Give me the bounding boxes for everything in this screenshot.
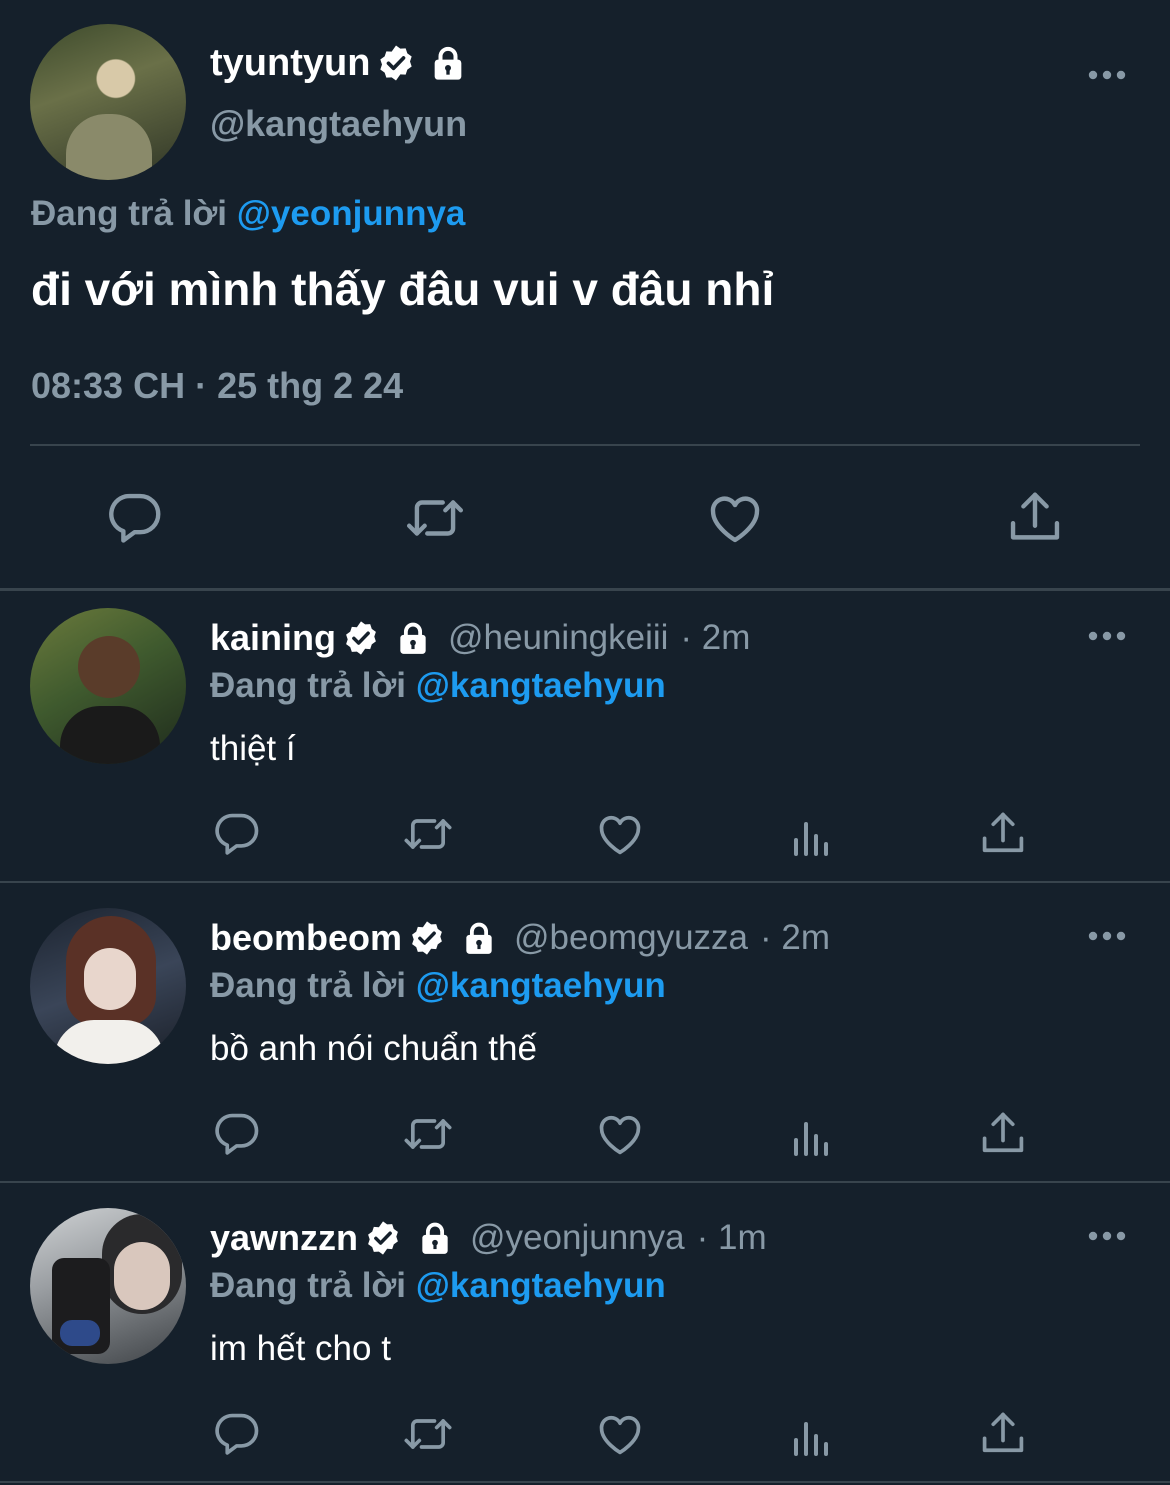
lock-icon — [416, 1219, 454, 1257]
time[interactable]: · 2m — [680, 618, 750, 658]
reply-icon[interactable] — [211, 1108, 263, 1160]
handle[interactable]: @yeonjunnya — [470, 1218, 685, 1258]
like-icon[interactable] — [704, 487, 766, 549]
verified-icon — [376, 43, 416, 83]
like-icon[interactable] — [594, 1108, 646, 1160]
reply-icon[interactable] — [211, 1408, 263, 1460]
verified-icon — [342, 619, 380, 657]
section-divider — [0, 588, 1170, 591]
views-icon[interactable] — [788, 812, 836, 860]
main-divider — [30, 444, 1140, 446]
replying-to: Đang trả lời @kangtaehyun — [210, 1266, 666, 1306]
display-name[interactable]: tyuntyun — [210, 42, 370, 85]
tweet-text: thiệt í — [210, 729, 296, 768]
share-icon[interactable] — [977, 1108, 1029, 1160]
section-divider — [0, 1181, 1170, 1183]
replying-to-link[interactable]: @kangtaehyun — [416, 966, 666, 1005]
more-icon[interactable] — [1087, 1230, 1127, 1242]
share-icon[interactable] — [977, 1408, 1029, 1460]
replying-prefix: Đang trả lời — [31, 194, 228, 233]
replying-to-link[interactable]: @kangtaehyun — [416, 666, 666, 705]
lock-icon — [460, 919, 498, 957]
tweet-text: bồ anh nói chuẩn thế — [210, 1029, 537, 1068]
replying-to: Đang trả lời @kangtaehyun — [210, 666, 666, 706]
display-name[interactable]: yawnzzn — [210, 1217, 358, 1259]
like-icon[interactable] — [594, 808, 646, 860]
tweet-text: im hết cho t — [210, 1329, 391, 1368]
more-icon[interactable] — [1087, 69, 1127, 81]
display-name[interactable]: beombeom — [210, 917, 402, 959]
more-icon[interactable] — [1087, 630, 1127, 642]
avatar[interactable] — [30, 908, 186, 1064]
display-name[interactable]: kaining — [210, 617, 336, 659]
share-icon[interactable] — [1004, 487, 1066, 549]
time[interactable]: · 1m — [697, 1218, 767, 1258]
avatar[interactable] — [30, 608, 186, 764]
share-icon[interactable] — [977, 808, 1029, 860]
avatar[interactable] — [30, 1208, 186, 1364]
section-divider — [0, 881, 1170, 883]
views-icon[interactable] — [788, 1412, 836, 1460]
lock-icon — [394, 619, 432, 657]
verified-icon — [408, 919, 446, 957]
views-icon[interactable] — [788, 1112, 836, 1160]
retweet-icon[interactable] — [400, 808, 456, 860]
reply-icon[interactable] — [211, 808, 263, 860]
like-icon[interactable] — [594, 1408, 646, 1460]
handle[interactable]: @kangtaehyun — [210, 103, 467, 145]
tweet-text: đi với mình thấy đâu vui v đâu nhỉ — [31, 263, 775, 315]
handle[interactable]: @beomgyuzza — [514, 918, 748, 958]
replying-to: Đang trả lời @yeonjunnya — [31, 194, 465, 234]
retweet-icon[interactable] — [401, 487, 469, 549]
replying-to-link[interactable]: @kangtaehyun — [416, 1266, 666, 1305]
more-icon[interactable] — [1087, 930, 1127, 942]
section-divider — [0, 1481, 1170, 1483]
replying-prefix: Đang trả lời — [210, 666, 407, 705]
replying-to-link[interactable]: @yeonjunnya — [237, 194, 466, 233]
replying-to: Đang trả lời @kangtaehyun — [210, 966, 666, 1006]
avatar[interactable] — [30, 24, 186, 180]
reply-icon[interactable] — [104, 487, 166, 549]
verified-icon — [364, 1219, 402, 1257]
timestamp[interactable]: 08:33 CH · 25 thg 2 24 — [31, 365, 403, 407]
replying-prefix: Đang trả lời — [210, 1266, 407, 1305]
time[interactable]: · 2m — [760, 918, 830, 958]
lock-icon — [428, 43, 468, 83]
retweet-icon[interactable] — [400, 1408, 456, 1460]
replying-prefix: Đang trả lời — [210, 966, 407, 1005]
retweet-icon[interactable] — [400, 1108, 456, 1160]
handle[interactable]: @heuningkeiii — [448, 618, 668, 658]
